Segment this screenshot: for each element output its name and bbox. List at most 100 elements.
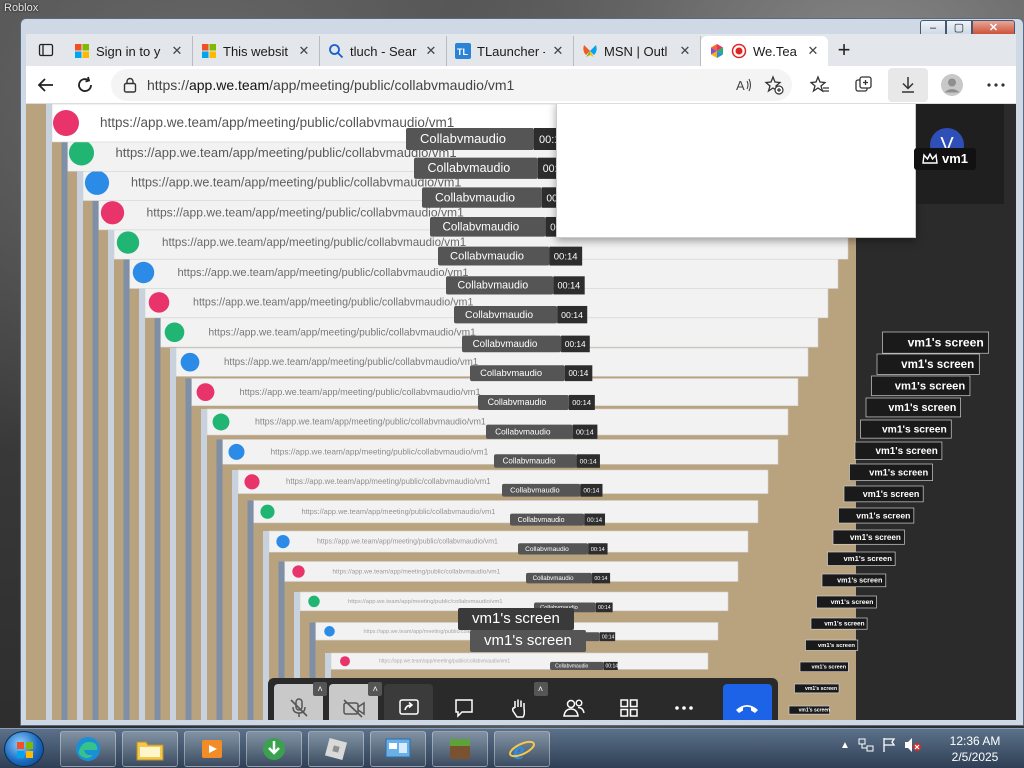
meeting-stage: https://app.we.team/app/meeting/public/c… (26, 104, 1016, 720)
more-horizontal-icon (675, 706, 694, 710)
mirror-frame-edge (216, 439, 223, 720)
grid-view-button[interactable] (605, 684, 654, 720)
taskbar-app-media[interactable] (184, 731, 240, 767)
tab-sign-in[interactable]: Sign in to y ✕ (66, 36, 193, 66)
taskbar-app-download-manager[interactable] (246, 731, 302, 767)
raise-hand-button[interactable]: ˄ (494, 682, 548, 720)
downloads-button[interactable] (888, 67, 928, 102)
tray-overflow-icon[interactable]: ▲ (840, 740, 850, 751)
taskbar-clock[interactable]: 12:36 AM 2/5/2025 (940, 733, 1010, 765)
tab-search[interactable]: tluch - Sear ✕ (320, 36, 447, 66)
url-text: https://app.we.team/app/meeting/public/c… (147, 77, 514, 93)
mirror-room-name: Collabvmaudio (420, 131, 506, 146)
search-icon (329, 44, 344, 59)
hang-up-button[interactable] (722, 684, 772, 720)
camera-options-chevron-icon[interactable]: ˄ (368, 682, 383, 696)
tab-label: tluch - Sear (350, 43, 417, 59)
favorites-button[interactable] (800, 68, 840, 102)
add-favorite-button[interactable] (762, 73, 786, 97)
mirror-timer: 00:14 (557, 281, 580, 291)
hand-icon (511, 699, 526, 718)
url-scheme: https:// (146, 76, 189, 93)
taskbar-app-minecraft[interactable] (432, 731, 488, 767)
mic-options-chevron-icon[interactable]: ˄ (313, 682, 328, 696)
taskbar-app-roblox[interactable] (308, 731, 364, 767)
mirror-screen-tag-label: vm1's screen (876, 446, 938, 457)
network-icon[interactable] (858, 737, 874, 753)
weteam-logo-icon (196, 383, 215, 402)
roblox-icon (324, 737, 348, 761)
new-tab-button[interactable]: + (828, 36, 860, 66)
participants-button[interactable] (550, 684, 599, 720)
profile-avatar-icon (941, 73, 963, 96)
camera-toggle-button[interactable]: ˄ (329, 682, 383, 720)
weteam-logo-icon (212, 413, 230, 431)
phone-hangup-icon (736, 705, 759, 713)
tab-close-icon[interactable]: ✕ (551, 43, 565, 59)
mirror-timer: 00:14 (565, 339, 586, 349)
reactions-chevron-icon[interactable]: ˄ (533, 682, 548, 696)
mirror-url-text: https://app.we.team/app/meeting/public/c… (286, 477, 491, 486)
refresh-icon (78, 76, 93, 92)
mirror-room-name: Collabvmaudio (495, 426, 551, 436)
weteam-logo-icon (180, 352, 200, 372)
address-bar[interactable]: https://app.we.team/app/meeting/public/c… (110, 68, 792, 101)
mirror-url-text: https://app.we.team/app/meeting/public/c… (178, 267, 469, 279)
start-button[interactable] (4, 731, 44, 767)
taskbar-app-explorer[interactable] (122, 731, 178, 767)
download-manager-icon (263, 738, 285, 760)
refresh-button[interactable] (65, 68, 104, 102)
windows-logo-icon (202, 44, 216, 58)
taskbar-app-internet-explorer[interactable]: e (494, 731, 550, 767)
mirror-screen-tag-label: vm1's screen (837, 576, 882, 585)
tab-close-icon[interactable]: ✕ (424, 43, 438, 59)
favorites-icon (810, 74, 829, 93)
mirror-screen-tag-label: vm1's screen (805, 686, 837, 692)
volume-muted-icon[interactable] (904, 737, 922, 753)
mirror-room-name: Collabvmaudio (428, 161, 511, 175)
mirror-frame-edge (170, 348, 176, 720)
weteam-logo-icon (164, 322, 185, 343)
taskbar-app-edge[interactable] (60, 731, 116, 767)
mirror-screen-tag-label: vm1's screen (908, 335, 984, 349)
mirror-screen-tag-label: vm1's screen (824, 621, 864, 628)
browser: Sign in to y ✕ This websit ✕ tluch - Sea… (26, 34, 1016, 720)
tab-actions-button[interactable] (26, 34, 66, 66)
more-options-button[interactable] (660, 684, 709, 720)
read-aloud-button[interactable]: A (732, 73, 756, 97)
tab-close-icon[interactable]: ✕ (678, 43, 692, 59)
taskbar-app-control-panel[interactable] (370, 731, 426, 767)
tab-tlauncher[interactable]: TL TLauncher - ✕ (447, 36, 574, 66)
mirror-frame-edge (154, 317, 161, 720)
settings-more-button[interactable] (976, 68, 1016, 102)
mirror-url-text: https://app.we.team/app/meeting/public/c… (209, 327, 477, 338)
tab-this-website[interactable]: This websit ✕ (193, 36, 320, 66)
mirror-screen-tag-label: vm1's screen (901, 358, 974, 371)
tab-close-icon[interactable]: ✕ (170, 43, 184, 59)
tab-weteam[interactable]: We.Tea ✕ (701, 36, 828, 66)
host-name: vm1 (942, 151, 969, 166)
tab-close-icon[interactable]: ✕ (297, 43, 311, 59)
dropdown-panel (556, 104, 916, 238)
chat-button[interactable] (439, 684, 488, 720)
action-center-flag-icon[interactable] (882, 737, 896, 753)
host-label: vm1 (914, 148, 977, 170)
back-button[interactable] (26, 68, 65, 102)
url-actions: A (732, 73, 786, 97)
profile-button[interactable] (932, 68, 972, 102)
tab-strip: Sign in to y ✕ This websit ✕ tluch - Sea… (26, 34, 1016, 66)
share-screen-button[interactable] (384, 684, 434, 720)
mirror-screen-tag-label: vm1's screen (818, 643, 856, 649)
weteam-logo-icon (132, 261, 155, 284)
weteam-logo-icon (148, 292, 170, 313)
mirror-url-text: https://app.we.team/app/meeting/public/c… (224, 357, 478, 368)
mirror-frame-edge (139, 287, 145, 720)
windows-taskbar: e ▲ 12:36 AM 2/5/2025 (0, 728, 1024, 768)
mirror-frame-edge (232, 470, 238, 720)
tab-close-icon[interactable]: ✕ (806, 43, 820, 59)
tab-msn[interactable]: MSN | Outl ✕ (574, 36, 701, 66)
collections-button[interactable] (844, 68, 884, 102)
mic-toggle-button[interactable]: ˄ (274, 682, 328, 720)
address-bar-row: https://app.we.team/app/meeting/public/c… (26, 66, 1016, 104)
mirror-timer: 00:14 (594, 576, 607, 582)
